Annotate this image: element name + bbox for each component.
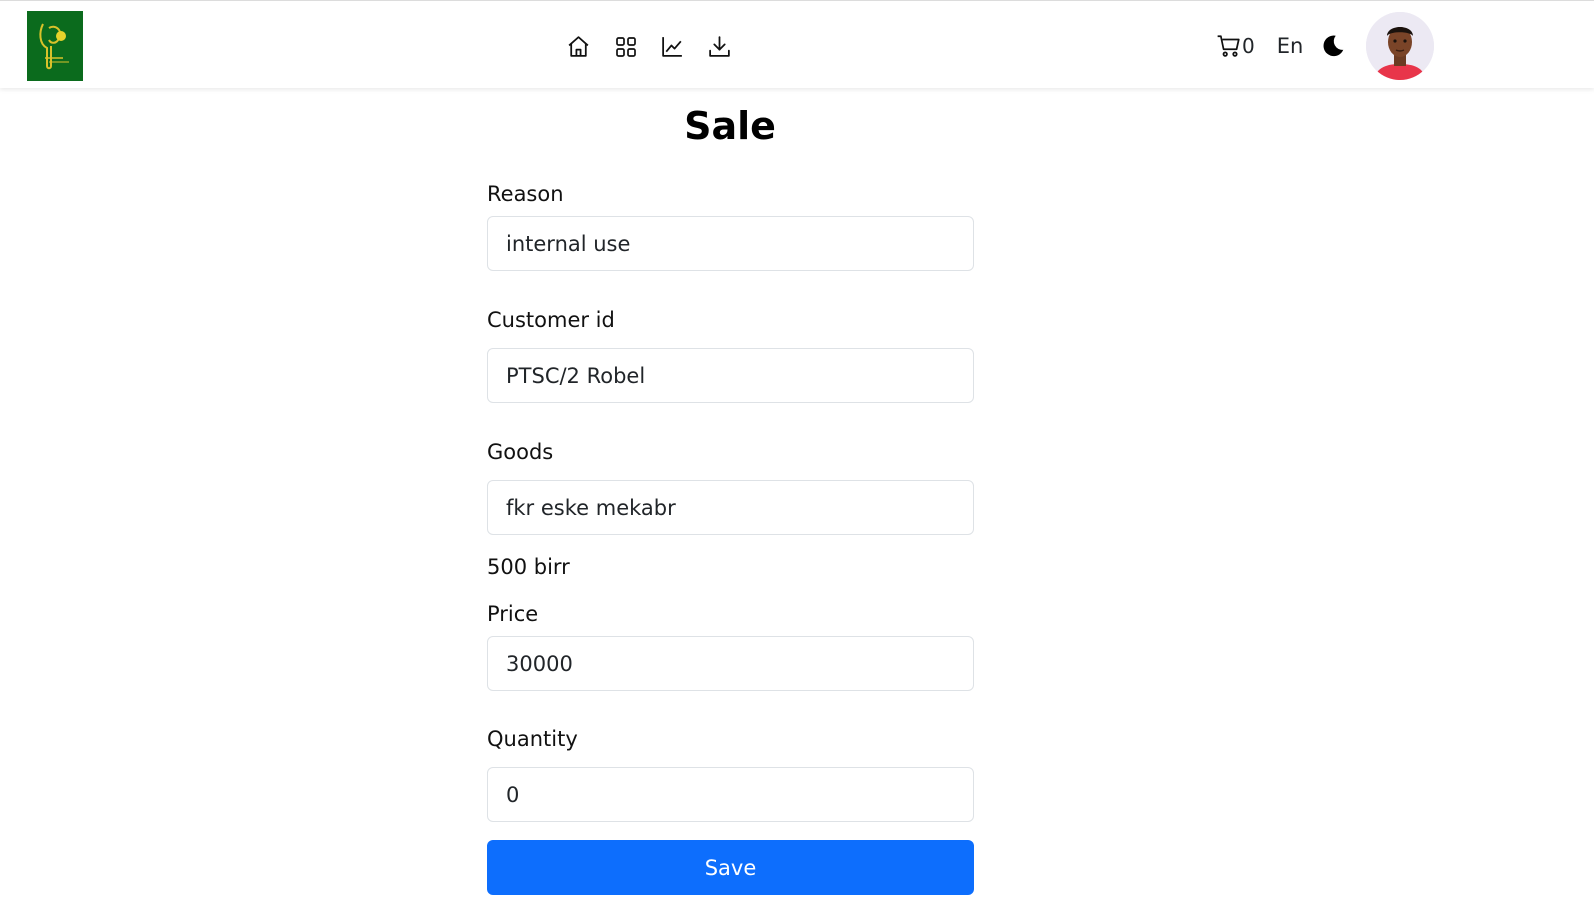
goods-field[interactable]	[487, 480, 974, 535]
moon-icon[interactable]	[1320, 33, 1346, 59]
reason-label: Reason	[487, 182, 564, 206]
cart-count: 0	[1242, 34, 1255, 58]
user-photo-icon	[1366, 12, 1435, 80]
language-selector[interactable]: En	[1277, 34, 1304, 58]
quantity-label: Quantity	[487, 727, 578, 751]
sale-form: Reason Customer id Goods 500 birr Price …	[487, 178, 974, 895]
quantity-field[interactable]	[487, 767, 974, 822]
main-nav	[565, 33, 733, 60]
top-navbar: 0 En	[0, 0, 1594, 88]
reason-field[interactable]	[487, 216, 974, 271]
goods-label: Goods	[487, 440, 554, 464]
grid-icon[interactable]	[612, 33, 639, 60]
brand-logo[interactable]	[27, 11, 83, 81]
avatar[interactable]	[1366, 12, 1435, 80]
download-icon[interactable]	[706, 33, 733, 60]
page-title: Sale	[684, 104, 776, 148]
customer-id-label: Customer id	[487, 308, 615, 332]
cart-icon	[1217, 35, 1240, 57]
goods-price-note: 500 birr	[487, 555, 570, 579]
user-controls: 0 En	[1216, 11, 1435, 81]
cart-button[interactable]: 0	[1216, 33, 1255, 59]
save-button[interactable]: Save	[487, 840, 974, 895]
home-icon[interactable]	[565, 33, 592, 60]
customer-id-field[interactable]	[487, 348, 974, 403]
logo-mark-icon	[39, 23, 69, 70]
chart-icon[interactable]	[659, 33, 686, 60]
price-label: Price	[487, 602, 539, 626]
price-field[interactable]	[487, 636, 974, 691]
